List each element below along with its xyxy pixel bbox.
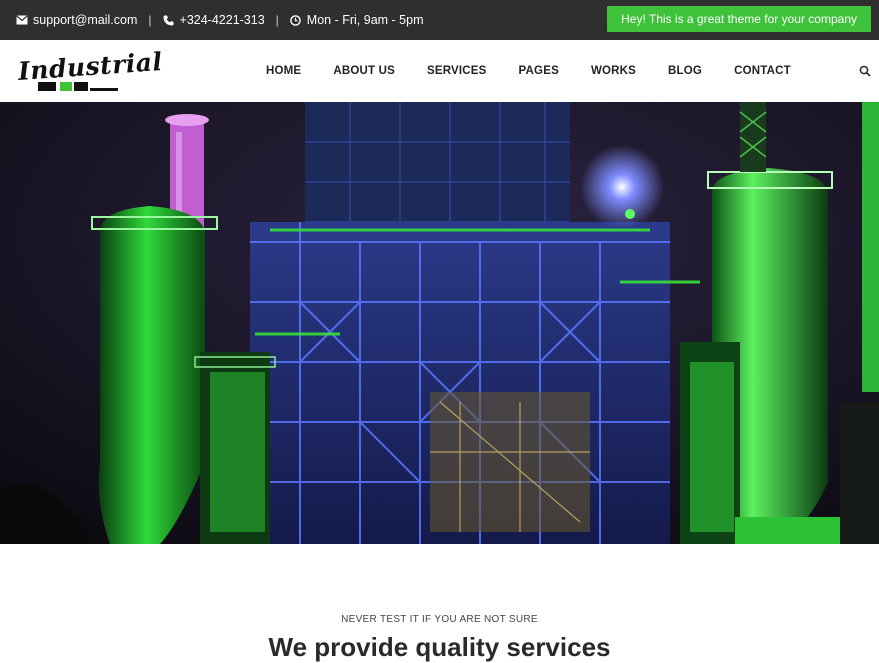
separator: | [275, 13, 279, 27]
clock-icon [290, 14, 302, 26]
nav-about-us[interactable]: ABOUT US [333, 65, 395, 77]
main-nav: HOME ABOUT US SERVICES PAGES WORKS BLOG … [250, 40, 807, 102]
email-text: support@mail.com [33, 13, 138, 27]
logo-bar-green [60, 82, 72, 91]
intro-section: NEVER TEST IT IF YOU ARE NOT SURE We pro… [0, 544, 879, 662]
hours-text: Mon - Fri, 9am - 5pm [306, 13, 424, 27]
phone-icon [163, 14, 175, 26]
logo-bar-black [74, 82, 88, 91]
search-icon[interactable] [859, 64, 873, 78]
envelope-icon [16, 14, 28, 26]
nav-works[interactable]: WORKS [591, 65, 636, 77]
logo[interactable]: Industrial [14, 47, 163, 94]
contact-phone[interactable]: +324-4221-313 [163, 13, 265, 27]
section-heading: We provide quality services [268, 632, 611, 662]
contact-email[interactable]: support@mail.com [16, 13, 137, 27]
office-hours: Mon - Fri, 9am - 5pm [290, 13, 424, 27]
site-header: Industrial HOME ABOUT US SERVICES PAGES … [0, 40, 879, 102]
nav-blog[interactable]: BLOG [668, 65, 702, 77]
nav-home[interactable]: HOME [266, 65, 301, 77]
phone-text: +324-4221-313 [179, 13, 265, 27]
nav-services[interactable]: SERVICES [427, 65, 487, 77]
nav-pages[interactable]: PAGES [519, 65, 559, 77]
top-bar: support@mail.com | +324-4221-313 | Mon -… [0, 0, 879, 40]
logo-underline [90, 88, 118, 91]
hero-image [0, 102, 879, 544]
nav-contact[interactable]: CONTACT [734, 65, 791, 77]
section-tagline: NEVER TEST IT IF YOU ARE NOT SURE [341, 614, 538, 625]
logo-text: Industrial [17, 46, 164, 87]
promo-banner[interactable]: Hey! This is a great theme for your comp… [607, 6, 871, 32]
logo-bar-black [38, 82, 56, 91]
separator: | [148, 13, 152, 27]
